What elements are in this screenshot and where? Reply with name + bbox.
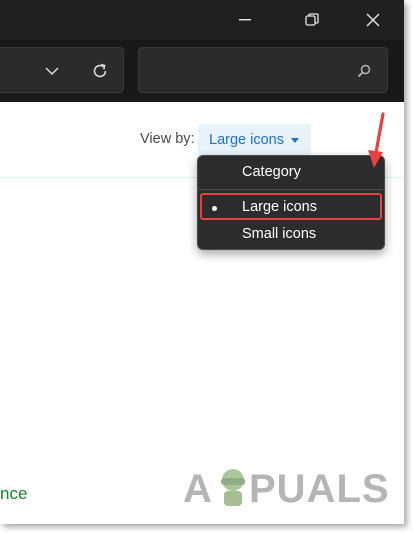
watermark-graphic: A PUALS — [183, 467, 390, 511]
view-by-label: View by: — [140, 131, 195, 147]
menu-item-label: Category — [242, 164, 301, 180]
view-by-dropdown[interactable]: Large icons — [198, 124, 311, 156]
restore-icon — [305, 13, 319, 26]
search-input[interactable] — [138, 47, 388, 93]
svg-text:A: A — [183, 467, 213, 511]
control-panel-window: View by: Large icons Category Large icon… — [0, 0, 404, 524]
svg-text:PUALS: PUALS — [249, 467, 390, 511]
address-field[interactable] — [0, 47, 124, 93]
refresh-button[interactable] — [88, 59, 112, 83]
restore-button[interactable] — [299, 8, 325, 32]
minimize-icon — [239, 19, 251, 21]
highlight-annotation-box — [200, 193, 382, 220]
menu-item-label: Small icons — [242, 226, 317, 242]
caret-down-icon — [290, 137, 299, 143]
close-icon — [366, 13, 380, 27]
address-history-button[interactable] — [40, 60, 64, 82]
menu-item-small-icons[interactable]: Small icons — [198, 223, 384, 247]
control-panel-link[interactable]: nce — [0, 484, 27, 504]
search-icon — [357, 64, 371, 78]
menu-item-category[interactable]: Category — [198, 161, 384, 185]
chevron-down-icon — [45, 66, 59, 75]
appuals-watermark-logo: A PUALS — [183, 462, 393, 512]
view-by-selected-value: Large icons — [209, 132, 284, 148]
minimize-button[interactable] — [232, 8, 258, 32]
refresh-icon — [93, 63, 107, 78]
search-button[interactable] — [355, 62, 373, 80]
title-bar — [0, 0, 404, 40]
menu-separator — [199, 189, 383, 190]
close-button[interactable] — [360, 8, 386, 32]
address-bar — [0, 40, 404, 102]
